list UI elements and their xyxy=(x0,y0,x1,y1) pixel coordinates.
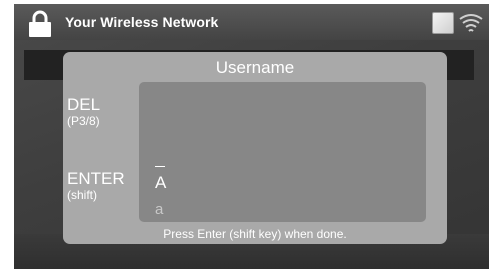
username-dialog: Username DEL (P3/8) ENTER (shift) A a Pr… xyxy=(63,52,447,244)
char-lower[interactable]: a xyxy=(155,201,163,218)
enter-key[interactable]: ENTER (shift) xyxy=(67,169,125,202)
enter-label: ENTER xyxy=(67,169,125,188)
char-upper[interactable]: A xyxy=(155,173,166,193)
instruction-hint: Press Enter (shift key) when done. xyxy=(163,227,347,241)
del-label: DEL xyxy=(67,95,101,114)
enter-shift-hint: (shift) xyxy=(67,188,97,202)
del-key[interactable]: DEL (P3/8) xyxy=(67,95,100,128)
lock-icon xyxy=(29,10,51,37)
del-page-indicator: (P3/8) xyxy=(67,114,100,128)
title-bar: Your Wireless Network xyxy=(14,4,489,40)
page-title: Your Wireless Network xyxy=(65,14,219,30)
wifi-signal-icon xyxy=(459,14,483,32)
device-screen: Your Wireless Network Username DEL (P3/8… xyxy=(14,4,489,269)
dialog-title: Username xyxy=(215,58,295,77)
username-input[interactable]: A a xyxy=(139,82,426,222)
text-cursor xyxy=(155,166,165,167)
status-square-icon xyxy=(432,12,454,34)
